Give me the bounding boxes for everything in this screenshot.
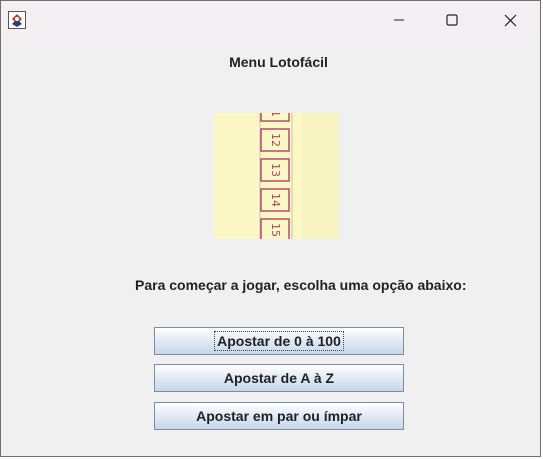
java-app-icon[interactable] — [8, 11, 26, 29]
maximize-icon — [446, 14, 458, 26]
app-window: Menu Lotofácil 11 12 13 14 15 Para começar a… — [0, 0, 541, 457]
bet-0-to-100-button[interactable]: Apostar de 0 à 100 — [154, 327, 404, 355]
minimize-button[interactable] — [376, 1, 422, 39]
bet-a-to-z-label: Apostar de A à Z — [223, 370, 335, 386]
maximize-button[interactable] — [429, 1, 475, 39]
ticket-number: 12 — [269, 133, 282, 147]
ticket-number: 15 — [269, 223, 282, 237]
close-button[interactable] — [487, 1, 533, 39]
bet-even-odd-label: Apostar em par ou ímpar — [196, 408, 362, 424]
close-icon — [504, 14, 516, 26]
bet-even-odd-button[interactable]: Apostar em par ou ímpar — [154, 402, 404, 430]
page-title: Menu Lotofácil — [229, 54, 328, 70]
ticket-number: 14 — [269, 193, 282, 207]
bet-0-to-100-label: Apostar de 0 à 100 — [214, 331, 344, 351]
ticket-number: 13 — [269, 163, 282, 177]
bet-a-to-z-button[interactable]: Apostar de A à Z — [154, 364, 404, 392]
title-bar[interactable] — [1, 1, 540, 39]
minimize-icon — [394, 19, 404, 21]
instruction-text: Para começar a jogar, escolha uma opção … — [135, 277, 467, 293]
ticket-number: 11 — [269, 113, 282, 117]
lottery-ticket-image: 11 12 13 14 15 — [214, 113, 339, 239]
